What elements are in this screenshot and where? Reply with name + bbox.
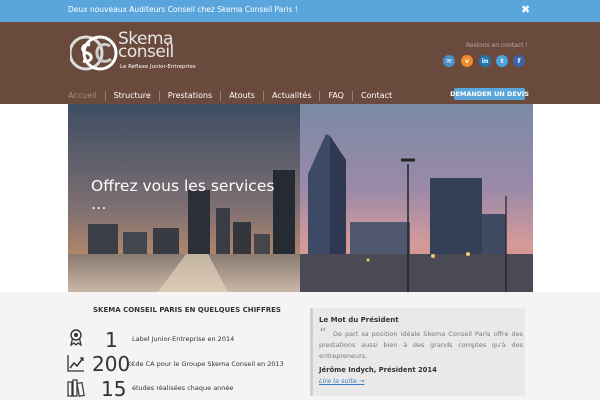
- linkedin-icon[interactable]: in: [479, 55, 491, 67]
- figure-label: Label Junior-Entreprise en 2014: [132, 335, 235, 343]
- nav-item-contact[interactable]: Contact: [351, 91, 400, 101]
- facebook-icon[interactable]: f: [513, 55, 525, 67]
- logo-word-conseil: conseil: [118, 42, 174, 62]
- logo[interactable]: Skema conseil Le Réflexe Junior-Entrepri…: [70, 31, 210, 72]
- figure-label: études réalisées chaque année: [132, 384, 234, 392]
- nav-item-atouts[interactable]: Atouts: [220, 91, 263, 101]
- logo-wordmark: Skema conseil: [118, 31, 174, 62]
- site-header: Skema conseil Le Réflexe Junior-Entrepri…: [0, 22, 600, 104]
- figure-label: K€de CA pour le Groupe Skema Conseil en …: [127, 360, 284, 368]
- read-more-link[interactable]: Lire la suite →: [319, 377, 364, 385]
- notification-bar: Deux nouveaux Auditeurs Conseil chez Ske…: [0, 0, 600, 22]
- request-quote-button[interactable]: DEMANDER UN DEVIS: [450, 88, 529, 100]
- figures-heading: SKEMA CONSEIL PARIS EN QUELQUES CHIFFRES: [93, 306, 281, 314]
- figure-number-label: 1: [105, 328, 118, 352]
- viadeo-icon[interactable]: v: [461, 55, 473, 67]
- hero-title: Offrez vous les services …: [91, 177, 275, 213]
- nav-item-actualites[interactable]: Actualités: [262, 91, 320, 101]
- figure-number-studies: 15: [101, 377, 127, 400]
- president-signature: Jérôme Indych, Président 2014: [319, 366, 437, 374]
- award-icon: [70, 329, 82, 346]
- contact-label[interactable]: Restons en contact !: [466, 42, 528, 49]
- hero-slider[interactable]: Offrez vous les services …: [68, 104, 533, 292]
- twitter-icon[interactable]: t: [496, 55, 508, 67]
- nav-item-structure[interactable]: Structure: [104, 91, 159, 101]
- president-title: Le Mot du Président: [319, 316, 399, 324]
- logo-tagline: Le Réflexe Junior-Entreprise: [120, 64, 196, 70]
- nav-item-prestations[interactable]: Prestations: [158, 91, 220, 101]
- books-icon: [67, 379, 85, 397]
- nav-item-accueil[interactable]: Accueil: [68, 91, 105, 101]
- notification-message[interactable]: Deux nouveaux Auditeurs Conseil chez Ske…: [68, 5, 298, 14]
- nav-item-faq[interactable]: FAQ: [319, 91, 352, 101]
- close-icon[interactable]: ✖: [521, 3, 530, 16]
- figure-number-revenue: 200: [92, 352, 131, 376]
- mail-icon[interactable]: ✉: [443, 55, 455, 67]
- president-text: De part sa position idéale Skema Conseil…: [319, 330, 523, 360]
- main-nav: Accueil Structure Prestations Atouts Act…: [68, 90, 400, 102]
- president-message-box: Le Mot du Président “ De part sa positio…: [310, 308, 525, 396]
- logo-mark-icon: [70, 35, 118, 71]
- growth-chart-icon: [67, 355, 84, 372]
